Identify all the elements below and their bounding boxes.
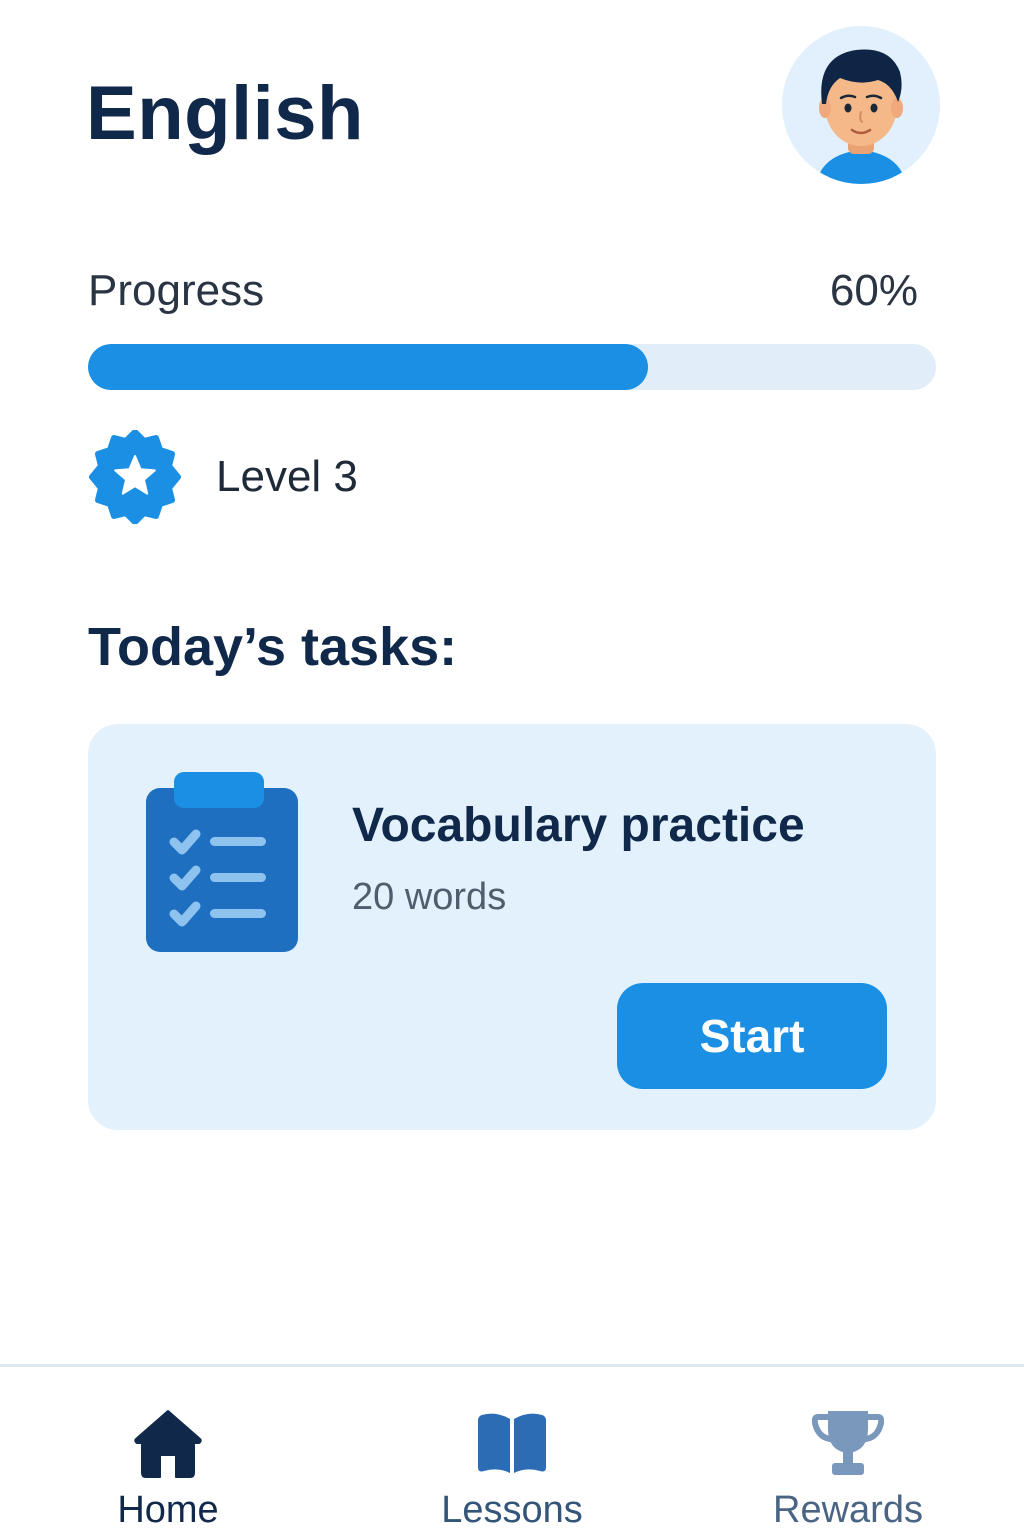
trophy-icon bbox=[811, 1407, 885, 1479]
nav-item-home[interactable]: Home bbox=[58, 1367, 278, 1536]
page-title: English bbox=[86, 71, 364, 156]
start-button[interactable]: Start bbox=[617, 983, 887, 1089]
progress-label: Progress bbox=[88, 266, 265, 315]
progress-bar-fill bbox=[88, 344, 648, 390]
nav-item-rewards[interactable]: Rewards bbox=[738, 1367, 958, 1536]
task-subtitle: 20 words bbox=[352, 876, 507, 918]
app-screen: English Progress 60% Level 3 Today’s tas… bbox=[0, 0, 1024, 1536]
star-badge-icon bbox=[88, 429, 182, 525]
progress-bar bbox=[88, 344, 936, 390]
bottom-navigation: Home Lessons Rewards bbox=[0, 1364, 1024, 1536]
user-avatar-icon[interactable] bbox=[782, 26, 940, 184]
nav-label-home: Home bbox=[117, 1489, 219, 1531]
progress-percentage: 60% bbox=[829, 266, 918, 315]
nav-label-rewards: Rewards bbox=[773, 1489, 923, 1531]
book-icon bbox=[476, 1407, 548, 1479]
level-label: Level 3 bbox=[216, 452, 358, 501]
task-card-vocabulary: Vocabulary practice 20 words Start bbox=[88, 724, 936, 1130]
clipboard-checklist-icon bbox=[144, 770, 300, 956]
nav-item-lessons[interactable]: Lessons bbox=[402, 1367, 622, 1536]
tasks-heading: Today’s tasks: bbox=[88, 617, 458, 677]
nav-label-lessons: Lessons bbox=[441, 1489, 583, 1531]
home-icon bbox=[132, 1407, 204, 1479]
task-title: Vocabulary practice bbox=[352, 799, 805, 852]
